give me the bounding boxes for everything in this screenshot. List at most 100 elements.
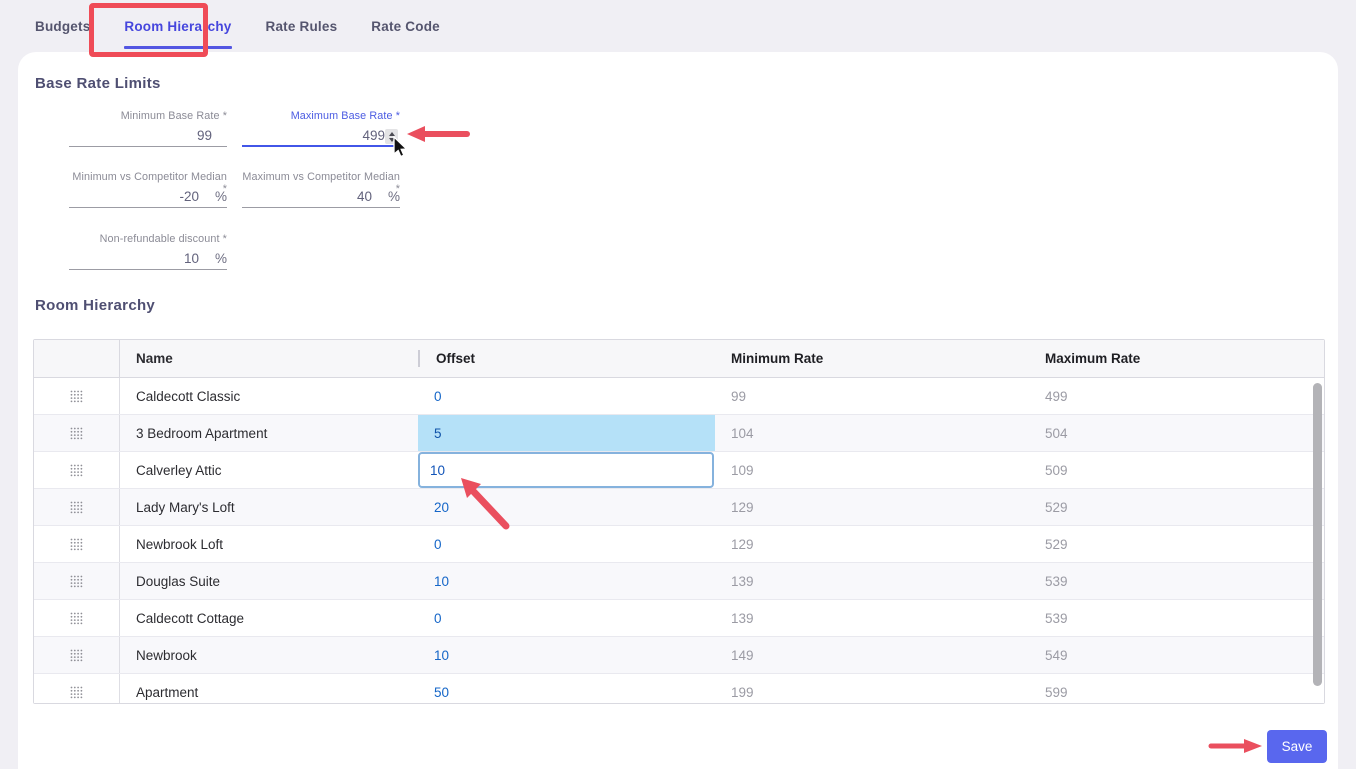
drag-handle-icon <box>70 649 83 662</box>
drag-handle[interactable] <box>34 674 120 703</box>
maximum-base-rate-label: Maximum Base Rate * <box>242 110 400 125</box>
room-name-cell: Caldecott Cottage <box>120 611 418 626</box>
drag-handle[interactable] <box>34 526 120 562</box>
tab-label: Rate Rules <box>266 19 338 34</box>
drag-handle[interactable] <box>34 600 120 636</box>
tab-bar: Budgets Room Hierarchy Rate Rules Rate Code <box>0 0 1356 52</box>
maximum-rate-cell: 599 <box>1029 685 1324 700</box>
table-header: Name Offset Minimum Rate Maximum Rate <box>34 340 1324 378</box>
tab-room-hierarchy[interactable]: Room Hierarchy <box>124 13 231 40</box>
drag-handle[interactable] <box>34 489 120 525</box>
offset-cell[interactable]: 50 <box>418 674 715 703</box>
drag-handle-icon <box>70 686 83 699</box>
minimum-vs-competitor-value[interactable]: -20 <box>179 189 199 204</box>
minimum-vs-competitor-field[interactable]: Minimum vs Competitor Median * -20 % <box>69 171 227 208</box>
maximum-vs-competitor-value[interactable]: 40 <box>357 189 372 204</box>
non-refundable-discount-value[interactable]: 10 <box>184 251 199 266</box>
maximum-vs-competitor-label: Maximum vs Competitor Median * <box>242 171 400 186</box>
table-row: 3 Bedroom Apartment5104504 <box>34 415 1324 452</box>
minimum-base-rate-value[interactable]: 99 <box>197 128 212 143</box>
column-header-offset[interactable]: Offset <box>418 340 715 377</box>
offset-cell[interactable]: 10 <box>418 563 715 599</box>
table-row: Lady Mary's Loft20129529 <box>34 489 1324 526</box>
offset-cell[interactable]: 0 <box>418 526 715 562</box>
column-header-name[interactable]: Name <box>120 351 418 366</box>
table-body: Caldecott Classic0994993 Bedroom Apartme… <box>34 378 1324 703</box>
offset-cell[interactable]: 20 <box>418 489 715 525</box>
drag-handle-icon <box>70 427 83 440</box>
room-name-cell: Lady Mary's Loft <box>120 500 418 515</box>
room-name-cell: Calverley Attic <box>120 463 418 478</box>
drag-handle-icon <box>70 464 83 477</box>
room-name-cell: Caldecott Classic <box>120 389 418 404</box>
drag-handle-icon <box>70 390 83 403</box>
column-divider <box>418 350 420 367</box>
non-refundable-discount-field[interactable]: Non-refundable discount * 10 % <box>69 233 227 270</box>
column-header-minimum-rate[interactable]: Minimum Rate <box>715 351 1029 366</box>
percent-suffix: % <box>215 189 227 204</box>
percent-suffix: % <box>215 251 227 266</box>
drag-handle[interactable] <box>34 637 120 673</box>
table-row: Douglas Suite10139539 <box>34 563 1324 600</box>
drag-handle[interactable] <box>34 415 120 451</box>
minimum-rate-cell: 129 <box>715 500 1029 515</box>
minimum-base-rate-label: Minimum Base Rate * <box>69 110 227 125</box>
base-rate-limits-title: Base Rate Limits <box>35 75 161 92</box>
minimum-rate-cell: 99 <box>715 389 1029 404</box>
maximum-rate-cell: 529 <box>1029 500 1324 515</box>
maximum-rate-cell: 539 <box>1029 574 1324 589</box>
offset-cell[interactable]: 10 <box>418 637 715 673</box>
table-row: Apartment50199599 <box>34 674 1324 703</box>
drag-column-header <box>34 340 120 377</box>
tab-rate-rules[interactable]: Rate Rules <box>266 13 338 40</box>
percent-suffix: % <box>388 189 400 204</box>
maximum-vs-competitor-field[interactable]: Maximum vs Competitor Median * 40 % <box>242 171 400 208</box>
minimum-rate-cell: 149 <box>715 648 1029 663</box>
maximum-rate-cell: 539 <box>1029 611 1324 626</box>
room-name-cell: 3 Bedroom Apartment <box>120 426 418 441</box>
offset-edit-input[interactable]: 10 <box>418 452 714 488</box>
room-name-cell: Douglas Suite <box>120 574 418 589</box>
minimum-rate-cell: 139 <box>715 574 1029 589</box>
maximum-rate-cell: 504 <box>1029 426 1324 441</box>
minimum-rate-cell: 129 <box>715 537 1029 552</box>
minimum-rate-cell: 109 <box>715 463 1029 478</box>
drag-handle-icon <box>70 501 83 514</box>
active-tab-underline <box>124 46 231 49</box>
drag-handle-icon <box>70 575 83 588</box>
tab-rate-code[interactable]: Rate Code <box>371 13 440 40</box>
tab-label: Room Hierarchy <box>124 19 231 34</box>
room-hierarchy-title: Room Hierarchy <box>35 297 155 314</box>
table-scrollbar[interactable] <box>1313 383 1322 686</box>
save-button[interactable]: Save <box>1267 730 1327 763</box>
offset-cell[interactable]: 0 <box>418 378 715 414</box>
column-header-maximum-rate[interactable]: Maximum Rate <box>1029 351 1326 366</box>
table-row: Caldecott Classic099499 <box>34 378 1324 415</box>
maximum-rate-cell: 549 <box>1029 648 1324 663</box>
maximum-rate-cell: 509 <box>1029 463 1324 478</box>
minimum-vs-competitor-label: Minimum vs Competitor Median * <box>69 171 227 186</box>
maximum-rate-cell: 529 <box>1029 537 1324 552</box>
tab-label: Budgets <box>35 19 90 34</box>
room-name-cell: Newbrook <box>120 648 418 663</box>
offset-cell-selected[interactable]: 5 <box>418 415 715 451</box>
drag-handle-icon <box>70 612 83 625</box>
tab-budgets[interactable]: Budgets <box>35 13 90 40</box>
drag-handle[interactable] <box>34 378 120 414</box>
minimum-rate-cell: 199 <box>715 685 1029 700</box>
room-name-cell: Apartment <box>120 685 418 700</box>
room-name-cell: Newbrook Loft <box>120 537 418 552</box>
table-row: Caldecott Cottage0139539 <box>34 600 1324 637</box>
number-stepper-icon[interactable] <box>385 129 398 144</box>
offset-cell[interactable]: 10 <box>418 452 715 488</box>
drag-handle-icon <box>70 538 83 551</box>
offset-cell[interactable]: 0 <box>418 600 715 636</box>
maximum-rate-cell: 499 <box>1029 389 1324 404</box>
tab-label: Rate Code <box>371 19 440 34</box>
drag-handle[interactable] <box>34 563 120 599</box>
maximum-base-rate-field[interactable]: Maximum Base Rate * 499 <box>242 110 400 147</box>
maximum-base-rate-value[interactable]: 499 <box>362 128 385 143</box>
non-refundable-discount-label: Non-refundable discount * <box>69 233 227 248</box>
minimum-base-rate-field[interactable]: Minimum Base Rate * 99 <box>69 110 227 147</box>
drag-handle[interactable] <box>34 452 120 488</box>
